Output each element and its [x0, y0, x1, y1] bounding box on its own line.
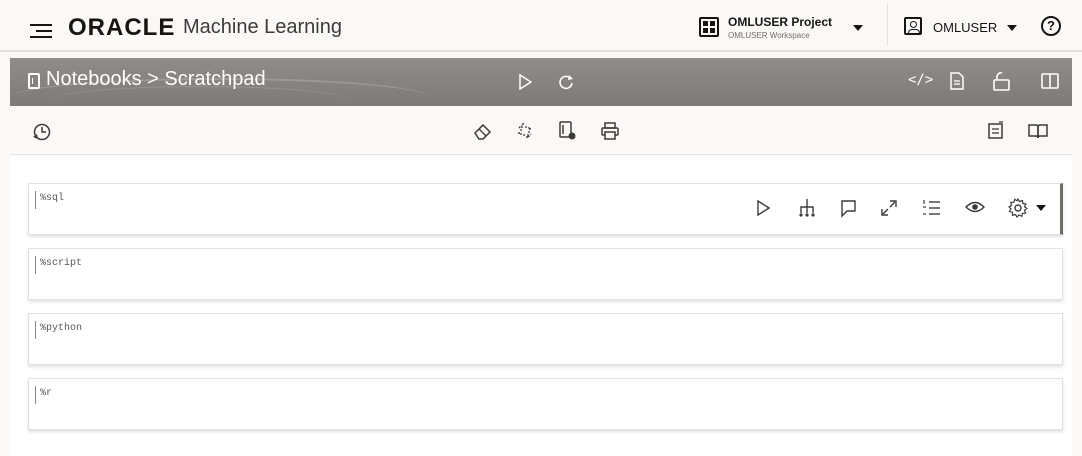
refresh-icon[interactable] [557, 73, 575, 91]
hamburger-menu-icon[interactable] [30, 24, 52, 40]
broken-link-invalidate-icon[interactable] [515, 121, 535, 141]
project-name[interactable]: OMLUSER Project [728, 15, 832, 29]
text-cursor [35, 386, 36, 404]
app-name: Machine Learning [183, 16, 342, 38]
paragraph-code[interactable]: %sql [40, 193, 64, 204]
paragraph-cell[interactable]: %script [28, 248, 1063, 300]
paragraph-cell[interactable]: %python [28, 313, 1063, 365]
paragraph-cell[interactable]: %sql [28, 183, 1063, 235]
notebook-title-bar: Notebooks > Scratchpad </> [10, 58, 1072, 106]
top-header: ORACLE Machine Learning OMLUSER Project … [0, 0, 1082, 52]
paragraph-cell[interactable]: %r [28, 378, 1063, 430]
workspace-name[interactable]: OMLUSER Workspace [728, 31, 810, 40]
document-icon[interactable] [950, 72, 964, 90]
notebook-toolbar [10, 114, 1072, 150]
print-icon[interactable] [600, 121, 620, 141]
oracle-logo: ORACLE [68, 14, 176, 41]
text-cursor [35, 256, 36, 274]
notebook-icon [28, 73, 40, 89]
expand-icon[interactable] [879, 198, 899, 218]
breadcrumb[interactable]: Notebooks > Scratchpad [46, 68, 266, 91]
project-dropdown-chevron-down-icon[interactable] [853, 25, 863, 31]
user-name[interactable]: OMLUSER [933, 20, 997, 35]
user-avatar-icon[interactable] [904, 17, 922, 35]
paragraph-code[interactable]: %r [40, 388, 52, 399]
history-icon[interactable] [32, 122, 52, 142]
run-icon[interactable] [518, 74, 532, 90]
eye-icon[interactable] [965, 200, 985, 214]
hierarchy-icon[interactable] [798, 198, 816, 218]
toolbar-divider [10, 154, 1072, 155]
run-paragraph-icon[interactable] [756, 200, 770, 216]
show-hide-code-icon[interactable] [987, 121, 1005, 141]
user-dropdown-chevron-down-icon[interactable] [1007, 25, 1017, 31]
code-icon[interactable]: </> [908, 72, 933, 88]
paragraph-code[interactable]: %python [40, 323, 82, 334]
comment-icon[interactable] [838, 198, 858, 218]
header-divider [887, 4, 888, 46]
notebook-settings-icon[interactable] [558, 120, 578, 142]
book-icon[interactable] [1027, 122, 1049, 140]
paragraph-code[interactable]: %script [40, 258, 82, 269]
line-numbers-icon[interactable] [922, 198, 942, 218]
gear-dropdown-chevron-down-icon[interactable] [1036, 205, 1046, 211]
gear-icon[interactable] [1008, 198, 1028, 218]
text-cursor [35, 191, 36, 209]
eraser-clear-output-icon[interactable] [473, 122, 493, 140]
lock-open-icon[interactable] [991, 71, 1011, 91]
project-grid-icon[interactable] [699, 17, 719, 37]
split-panel-icon[interactable] [1041, 73, 1059, 89]
text-cursor [35, 321, 36, 339]
help-icon[interactable]: ? [1041, 16, 1061, 36]
